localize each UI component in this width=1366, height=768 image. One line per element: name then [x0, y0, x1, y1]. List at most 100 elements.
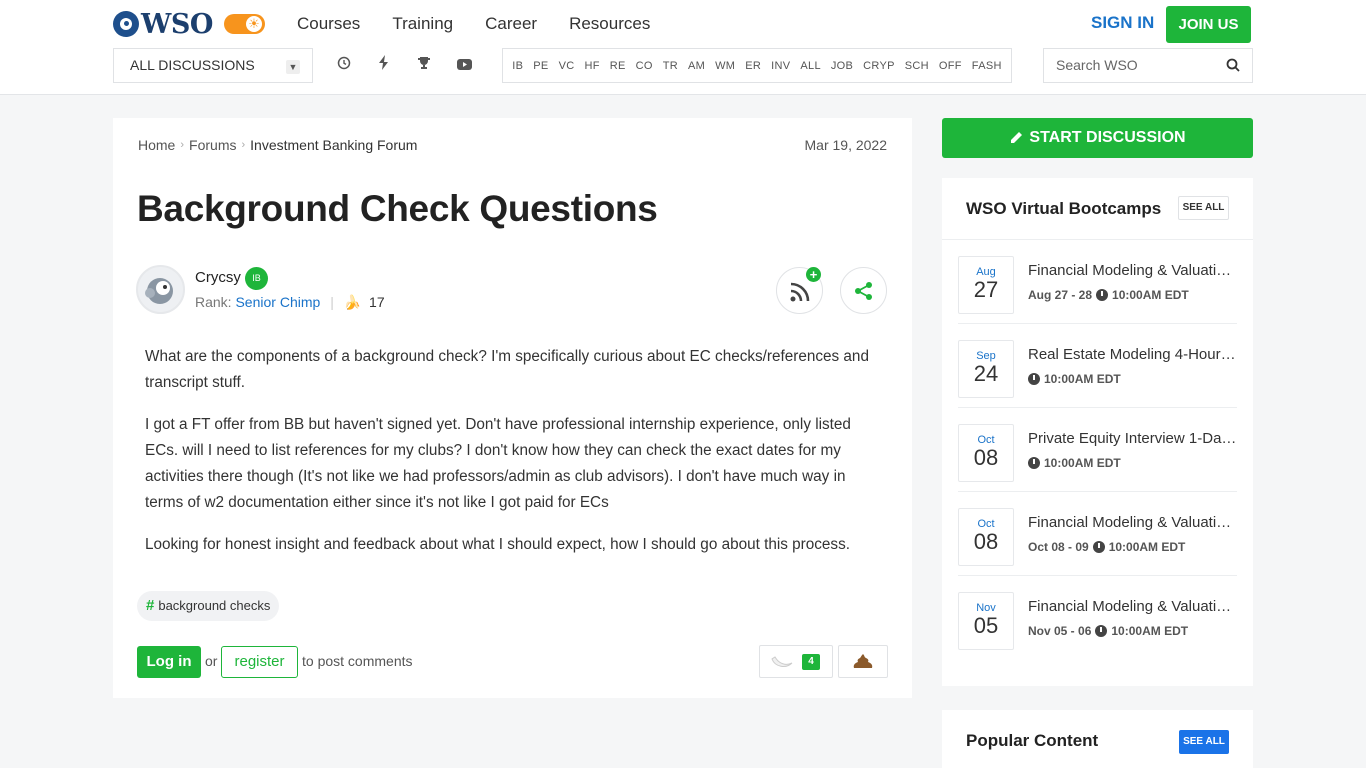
event-item[interactable]: Nov 05 Financial Modeling & Valuation 2-… [958, 576, 1238, 660]
follow-rss-button[interactable]: + [776, 267, 823, 314]
filter-pe[interactable]: PE [533, 60, 548, 72]
search-icon[interactable] [1226, 58, 1240, 72]
event-day: 08 [973, 445, 999, 470]
event-title[interactable]: Private Equity Interview 1-Day Bootcamp [1028, 430, 1238, 447]
search-box [1043, 48, 1253, 83]
filter-all[interactable]: ALL [800, 60, 820, 72]
post-paragraph: I got a FT offer from BB but haven't sig… [145, 416, 851, 511]
nav-training[interactable]: Training [392, 14, 453, 34]
author-badge: IB [245, 267, 268, 290]
vote-count: 4 [802, 654, 820, 670]
event-day: 24 [973, 361, 999, 386]
popular-title: Popular Content [966, 731, 1099, 750]
discussions-select-value: ALL DISCUSSIONS [130, 57, 255, 73]
event-item[interactable]: Aug 27 Financial Modeling & Valuation 2-… [958, 240, 1238, 324]
filter-tr[interactable]: TR [663, 60, 678, 72]
event-meta: Aug 27 - 28 10:00AM EDT [1028, 288, 1189, 302]
tag-pill[interactable]: # background checks [137, 591, 280, 621]
start-discussion-button[interactable]: START DISCUSSION [942, 118, 1253, 158]
event-title[interactable]: Financial Modeling & Valuation 2-Day Boo… [1028, 514, 1238, 531]
site-header: WSO ☀ Courses Training Career Resources … [0, 0, 1366, 95]
filter-am[interactable]: AM [688, 60, 705, 72]
breadcrumb-current[interactable]: Investment Banking Forum [250, 137, 417, 153]
monkey-avatar-icon [145, 278, 173, 304]
youtube-icon[interactable] [449, 48, 479, 83]
post-card: Home › Forums › Investment Banking Forum… [113, 118, 912, 698]
event-dates: Oct 08 - 09 [1028, 540, 1089, 554]
post-paragraph: Looking for honest insight and feedback … [145, 536, 850, 553]
clock-icon [1096, 289, 1109, 301]
filter-fash[interactable]: FASH [972, 60, 1002, 72]
filter-co[interactable]: CO [636, 60, 653, 72]
banana-vote-button[interactable]: 4 [759, 645, 833, 678]
filter-job[interactable]: JOB [831, 60, 853, 72]
login-button[interactable]: Log in [137, 646, 201, 678]
poop-icon [853, 654, 873, 668]
event-item[interactable]: Oct 08 Private Equity Interview 1-Day Bo… [958, 408, 1238, 492]
post-comments-text: to post comments [302, 653, 413, 669]
trophy-icon[interactable] [409, 48, 439, 83]
filter-inv[interactable]: INV [771, 60, 790, 72]
popular-content-panel: Popular Content SEE ALL [942, 710, 1253, 768]
discussions-select[interactable]: ALL DISCUSSIONS ▼ [113, 48, 313, 83]
lightning-icon[interactable] [369, 48, 399, 83]
event-item[interactable]: Sep 24 Real Estate Modeling 4-Hour Bootc… [958, 324, 1238, 408]
event-title[interactable]: Real Estate Modeling 4-Hour Bootcamp [1028, 346, 1238, 363]
event-time: 10:00AM EDT [1108, 540, 1186, 554]
event-time: 10:00AM EDT [1044, 456, 1121, 470]
hash-icon: # [146, 597, 155, 614]
breadcrumb: Home › Forums › Investment Banking Forum [138, 137, 417, 153]
event-title[interactable]: Financial Modeling & Valuation 2-Day Boo… [1028, 598, 1238, 615]
author-name[interactable]: Crycsy [195, 269, 241, 286]
filter-sch[interactable]: SCH [905, 60, 929, 72]
logo-text: WSO [141, 8, 213, 40]
author-rank: Rank: Senior Chimp | 🍌 17 [195, 294, 385, 311]
filter-hf[interactable]: HF [584, 60, 599, 72]
see-all-button[interactable]: SEE ALL [1178, 196, 1229, 220]
breadcrumb-forums[interactable]: Forums [189, 137, 236, 153]
chevron-right-icon: › [241, 139, 246, 151]
theme-toggle[interactable]: ☀ [224, 14, 265, 34]
filter-vc[interactable]: VC [559, 60, 575, 72]
filter-off[interactable]: OFF [939, 60, 962, 72]
clock-icon[interactable] [329, 48, 359, 83]
event-time: 10:00AM EDT [1044, 372, 1121, 386]
event-day: 08 [973, 529, 999, 554]
filter-re[interactable]: RE [610, 60, 626, 72]
event-meta: 10:00AM EDT [1028, 456, 1121, 470]
rank-divider: | [330, 294, 334, 310]
popular-see-all-button[interactable]: SEE ALL [1179, 730, 1229, 754]
bootcamps-panel: WSO Virtual Bootcamps SEE ALL Aug 27 Fin… [942, 178, 1253, 686]
page-title: Background Check Questions [137, 188, 658, 229]
event-meta: 10:00AM EDT [1028, 372, 1121, 386]
clock-icon [1095, 625, 1108, 637]
nav-career[interactable]: Career [485, 14, 537, 34]
rss-icon [790, 282, 810, 302]
sign-in-link[interactable]: SIGN IN [1091, 13, 1154, 33]
join-us-button[interactable]: JOIN US [1166, 6, 1251, 43]
share-button[interactable] [840, 267, 887, 314]
pencil-icon [1011, 132, 1023, 143]
rank-value[interactable]: Senior Chimp [235, 294, 320, 310]
nav-courses[interactable]: Courses [297, 14, 360, 34]
clock-icon [1092, 541, 1105, 553]
event-title[interactable]: Financial Modeling & Valuation 2-Day Boo… [1028, 262, 1238, 279]
banana-icon: 🍌 [343, 294, 362, 310]
event-meta: Oct 08 - 09 10:00AM EDT [1028, 540, 1185, 554]
breadcrumb-home[interactable]: Home [138, 137, 175, 153]
poop-vote-button[interactable] [838, 645, 888, 678]
wso-logo[interactable]: WSO [113, 8, 213, 40]
share-icon [855, 282, 872, 300]
clock-icon [1028, 457, 1040, 469]
search-input[interactable] [1056, 57, 1216, 73]
avatar[interactable] [136, 265, 185, 314]
event-item[interactable]: Oct 08 Financial Modeling & Valuation 2-… [958, 492, 1238, 576]
rank-label: Rank: [195, 294, 232, 310]
nav-resources[interactable]: Resources [569, 14, 650, 34]
filter-wm[interactable]: WM [715, 60, 735, 72]
chevron-down-icon: ▼ [286, 60, 300, 74]
register-button[interactable]: register [221, 646, 298, 678]
filter-cryp[interactable]: CRYP [863, 60, 895, 72]
filter-er[interactable]: ER [745, 60, 761, 72]
filter-ib[interactable]: IB [512, 60, 523, 72]
